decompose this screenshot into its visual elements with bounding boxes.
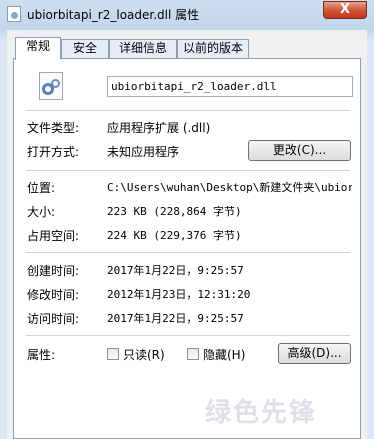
size-value: 223 KB (228,864 字节): [107, 205, 242, 218]
change-button[interactable]: 更改(C)...: [248, 140, 351, 161]
modified-label: 修改时间:: [27, 288, 80, 302]
created-value: 2017年1月22日，9:25:57: [107, 264, 244, 277]
size-on-disk-value: 224 KB (229,376 字节): [107, 229, 242, 242]
close-button[interactable]: X: [323, 1, 367, 19]
location-value: C:\Users\wuhan\Desktop\新建文件夹\ubiorbi: [107, 181, 352, 194]
tab-details[interactable]: 详细信息: [109, 39, 177, 58]
accessed-value: 2017年1月22日，9:25:57: [107, 312, 244, 325]
divider: [26, 170, 350, 171]
tab-security[interactable]: 安全: [61, 39, 109, 58]
size-on-disk-label: 占用空间:: [27, 229, 80, 243]
properties-window: ubiorbitapi_r2_loader.dll 属性 X 常规 安全 详细信…: [0, 0, 374, 439]
readonly-checkbox[interactable]: [107, 348, 119, 360]
tab-previous-versions[interactable]: 以前的版本: [177, 39, 249, 58]
file-type-value: 应用程序扩展 (.dll): [107, 121, 211, 135]
size-label: 大小:: [27, 205, 56, 219]
general-panel: ubiorbitapi_r2_loader.dll 文件类型: 应用程序扩展 (…: [13, 58, 361, 439]
opens-with-value: 未知应用程序: [107, 145, 180, 159]
divider: [26, 110, 350, 111]
divider: [26, 335, 350, 336]
hidden-label[interactable]: 隐藏(H): [203, 346, 245, 363]
divider: [26, 252, 350, 253]
hidden-checkbox[interactable]: [187, 348, 199, 360]
modified-value: 2012年1月23日，12:31:20: [107, 288, 251, 301]
created-label: 创建时间:: [27, 264, 80, 278]
opens-with-label: 打开方式:: [27, 145, 80, 159]
accessed-label: 访问时间:: [27, 312, 80, 326]
location-label: 位置:: [27, 181, 56, 195]
advanced-button[interactable]: 高级(D)...: [278, 343, 351, 364]
tab-general[interactable]: 常规: [15, 37, 61, 60]
dll-gear-icon: [39, 72, 63, 100]
watermark: 绿色先锋: [205, 398, 318, 428]
title-bar[interactable]: ubiorbitapi_r2_loader.dll 属性 X: [0, 0, 374, 28]
file-name-input[interactable]: ubiorbitapi_r2_loader.dll: [107, 76, 353, 97]
window-title: ubiorbitapi_r2_loader.dll 属性: [27, 8, 200, 22]
file-type-label: 文件类型:: [27, 121, 80, 135]
dll-file-icon: [7, 6, 21, 22]
dialog-client: 常规 安全 详细信息 以前的版本 ubiorbitapi_r2_loader.d…: [7, 30, 367, 439]
readonly-label[interactable]: 只读(R): [123, 346, 165, 363]
attributes-label: 属性:: [27, 348, 56, 362]
